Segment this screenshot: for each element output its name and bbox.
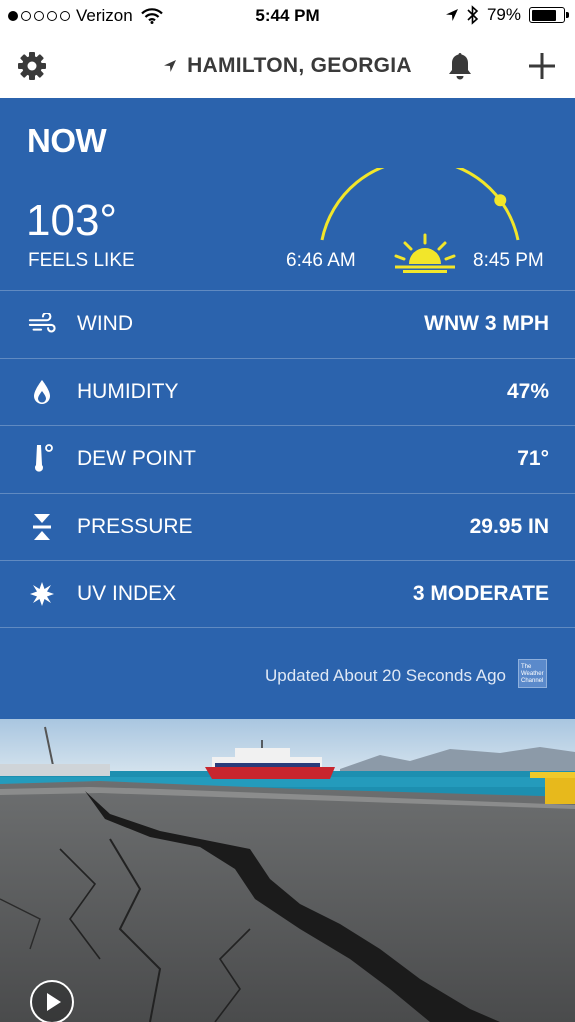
battery-percent: 79% — [486, 5, 521, 24]
plus-icon — [529, 53, 555, 79]
condition-label: DEW POINT — [77, 447, 196, 471]
condition-row-humidity[interactable]: HUMIDITY 47% — [0, 357, 575, 426]
pressure-icon — [28, 513, 56, 541]
condition-value: 3 MODERATE — [412, 582, 549, 606]
location-selector[interactable]: HAMILTON, GEORGIA — [0, 54, 575, 78]
condition-value: 47% — [506, 379, 549, 403]
condition-row-dew-point[interactable]: DEW POINT 71° — [0, 425, 575, 493]
thermometer-icon — [28, 444, 56, 473]
condition-label: UV INDEX — [77, 582, 177, 606]
location-services-icon — [445, 9, 458, 21]
location-arrow-icon — [164, 60, 177, 72]
top-nav-bar: HAMILTON, GEORGIA — [0, 34, 575, 98]
condition-row-wind[interactable]: WIND WNW 3 MPH — [0, 290, 575, 358]
sunrise-time: 6:46 AM — [286, 250, 356, 271]
condition-label: HUMIDITY — [77, 379, 179, 403]
status-bar: Verizon 5:44 PM 79% — [0, 0, 575, 34]
alerts-button[interactable] — [440, 46, 480, 86]
play-icon — [47, 993, 61, 1011]
add-location-button[interactable] — [522, 46, 562, 86]
now-heading: NOW — [27, 122, 107, 159]
sun-position-dot — [494, 194, 507, 207]
condition-row-pressure[interactable]: PRESSURE 29.95 IN — [0, 492, 575, 561]
bluetooth-icon — [467, 5, 479, 25]
sunset-time: 8:45 PM — [473, 250, 544, 271]
feels-like-label: FEELS LIKE — [28, 250, 135, 271]
battery-level — [531, 9, 556, 21]
condition-label: WIND — [77, 312, 133, 336]
condition-value: WNW 3 MPH — [424, 312, 549, 336]
location-name: HAMILTON, GEORGIA — [187, 54, 412, 77]
sun-horizon-icon — [394, 233, 456, 273]
last-updated-text: Updated About 20 Seconds Ago — [264, 666, 506, 685]
wind-icon — [28, 310, 56, 338]
condition-label: PRESSURE — [77, 515, 193, 539]
uv-sun-icon — [28, 580, 56, 608]
cracked-pier-image — [0, 719, 575, 1022]
humidity-drop-icon — [28, 378, 56, 406]
conditions-list: WIND WNW 3 MPH HUMIDITY 47% DEW POINT 71… — [0, 290, 575, 628]
bell-icon — [449, 53, 471, 80]
current-temperature: 103° — [26, 196, 118, 245]
condition-row-uv-index[interactable]: UV INDEX 3 MODERATE — [0, 560, 575, 628]
condition-value: 71° — [517, 447, 549, 471]
weather-channel-logo: The Weather Channel — [518, 659, 547, 688]
condition-value: 29.95 IN — [469, 515, 549, 539]
play-button[interactable] — [30, 980, 74, 1022]
video-thumbnail[interactable] — [0, 719, 575, 1022]
current-conditions-panel: NOW 103° FEELS LIKE 6:46 AM 8:45 PM WIND… — [0, 98, 575, 719]
battery-icon — [529, 7, 569, 23]
